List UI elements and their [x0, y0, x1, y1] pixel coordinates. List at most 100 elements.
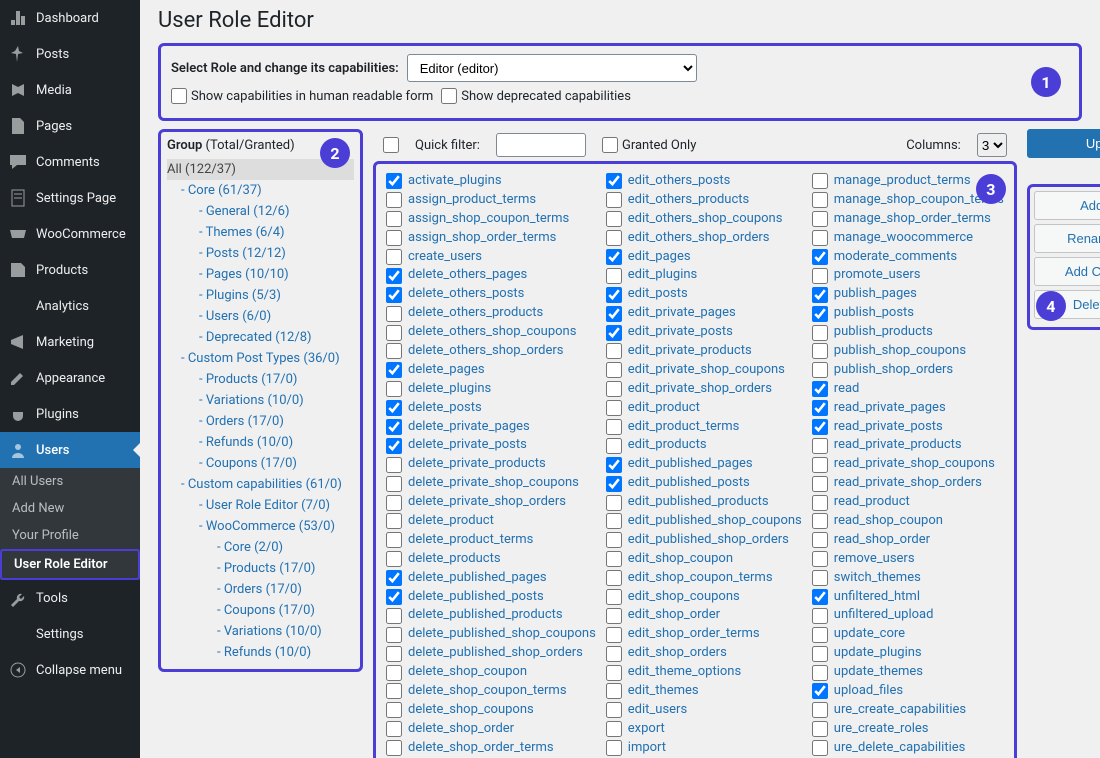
- capability-edit_private_products[interactable]: edit_private_products: [606, 342, 802, 361]
- menu-item-settings[interactable]: Settings: [0, 616, 140, 652]
- menu-item-marketing[interactable]: Marketing: [0, 324, 140, 360]
- quick-filter-input[interactable]: [496, 133, 586, 157]
- group-item[interactable]: - Themes (6/4): [167, 222, 354, 243]
- role-select[interactable]: Editor (editor): [407, 54, 697, 82]
- capability-delete_shop_order_terms[interactable]: delete_shop_order_terms: [386, 739, 596, 758]
- capability-delete_others_shop_coupons[interactable]: delete_others_shop_coupons: [386, 323, 596, 342]
- capability-edit_product[interactable]: edit_product: [606, 399, 802, 418]
- capability-edit_shop_order_terms[interactable]: edit_shop_order_terms: [606, 625, 802, 644]
- capability-remove_users[interactable]: remove_users: [812, 550, 1004, 569]
- update-button[interactable]: Update: [1027, 129, 1100, 158]
- capability-update_plugins[interactable]: update_plugins: [812, 644, 1004, 663]
- capability-delete_others_shop_orders[interactable]: delete_others_shop_orders: [386, 342, 596, 361]
- menu-item-analytics[interactable]: Analytics: [0, 288, 140, 324]
- capability-publish_shop_orders[interactable]: publish_shop_orders: [812, 361, 1004, 380]
- capability-delete_private_shop_orders[interactable]: delete_private_shop_orders: [386, 493, 596, 512]
- capability-edit_others_posts[interactable]: edit_others_posts: [606, 172, 802, 191]
- capability-edit_shop_orders[interactable]: edit_shop_orders: [606, 644, 802, 663]
- group-item[interactable]: - Core (61/37): [167, 180, 354, 201]
- capability-delete_published_shop_orders[interactable]: delete_published_shop_orders: [386, 644, 596, 663]
- menu-item-appearance[interactable]: Appearance: [0, 360, 140, 396]
- menu-item-woocommerce[interactable]: WooCommerce: [0, 216, 140, 252]
- group-item[interactable]: - Custom capabilities (61/0): [167, 474, 354, 495]
- capability-delete_shop_coupon[interactable]: delete_shop_coupon: [386, 663, 596, 682]
- capability-assign_shop_coupon_terms[interactable]: assign_shop_coupon_terms: [386, 210, 596, 229]
- capability-update_core[interactable]: update_core: [812, 625, 1004, 644]
- menu-item-users[interactable]: Users: [0, 432, 140, 468]
- select-all-checkbox[interactable]: [383, 137, 399, 153]
- capability-edit_themes[interactable]: edit_themes: [606, 682, 802, 701]
- capability-promote_users[interactable]: promote_users: [812, 266, 1004, 285]
- capability-read_private_pages[interactable]: read_private_pages: [812, 399, 1004, 418]
- capability-delete_product[interactable]: delete_product: [386, 512, 596, 531]
- group-item[interactable]: - Users (6/0): [167, 306, 354, 327]
- group-item[interactable]: - Custom Post Types (36/0): [167, 348, 354, 369]
- capability-delete_published_shop_coupons[interactable]: delete_published_shop_coupons: [386, 625, 596, 644]
- capability-edit_theme_options[interactable]: edit_theme_options: [606, 663, 802, 682]
- capability-publish_shop_coupons[interactable]: publish_shop_coupons: [812, 342, 1004, 361]
- capability-create_users[interactable]: create_users: [386, 248, 596, 267]
- capability-assign_shop_order_terms[interactable]: assign_shop_order_terms: [386, 229, 596, 248]
- group-item[interactable]: - User Role Editor (7/0): [167, 495, 354, 516]
- group-item[interactable]: - Refunds (10/0): [167, 432, 354, 453]
- capability-delete_shop_order[interactable]: delete_shop_order: [386, 720, 596, 739]
- group-item[interactable]: - Pages (10/10): [167, 264, 354, 285]
- capability-unfiltered_html[interactable]: unfiltered_html: [812, 588, 1004, 607]
- capability-delete_plugins[interactable]: delete_plugins: [386, 380, 596, 399]
- capability-manage_shop_coupon_terms[interactable]: manage_shop_coupon_terms: [812, 191, 1004, 210]
- capability-switch_themes[interactable]: switch_themes: [812, 569, 1004, 588]
- capability-delete_others_posts[interactable]: delete_others_posts: [386, 285, 596, 304]
- capability-manage_shop_order_terms[interactable]: manage_shop_order_terms: [812, 210, 1004, 229]
- capability-edit_private_shop_orders[interactable]: edit_private_shop_orders: [606, 380, 802, 399]
- capability-read_shop_order[interactable]: read_shop_order: [812, 531, 1004, 550]
- group-item[interactable]: - Coupons (17/0): [167, 600, 354, 621]
- capability-moderate_comments[interactable]: moderate_comments: [812, 248, 1004, 267]
- group-item[interactable]: - Orders (17/0): [167, 411, 354, 432]
- group-item[interactable]: - Plugins (5/3): [167, 285, 354, 306]
- capability-edit_others_products[interactable]: edit_others_products: [606, 191, 802, 210]
- menu-item-pages[interactable]: Pages: [0, 108, 140, 144]
- human-readable-checkbox[interactable]: Show capabilities in human readable form: [171, 88, 433, 104]
- capability-edit_published_products[interactable]: edit_published_products: [606, 493, 802, 512]
- capability-edit_published_pages[interactable]: edit_published_pages: [606, 455, 802, 474]
- capability-activate_plugins[interactable]: activate_plugins: [386, 172, 596, 191]
- capability-manage_woocommerce[interactable]: manage_woocommerce: [812, 229, 1004, 248]
- capability-delete_published_pages[interactable]: delete_published_pages: [386, 569, 596, 588]
- menu-item-settings-page[interactable]: Settings Page: [0, 180, 140, 216]
- capability-publish_products[interactable]: publish_products: [812, 323, 1004, 342]
- capability-edit_private_pages[interactable]: edit_private_pages: [606, 304, 802, 323]
- show-deprecated-checkbox[interactable]: Show deprecated capabilities: [441, 88, 631, 104]
- capability-delete_private_posts[interactable]: delete_private_posts: [386, 436, 596, 455]
- capability-ure_create_capabilities[interactable]: ure_create_capabilities: [812, 701, 1004, 720]
- capability-edit_shop_coupon_terms[interactable]: edit_shop_coupon_terms: [606, 569, 802, 588]
- group-item[interactable]: - General (12/6): [167, 201, 354, 222]
- capability-read_shop_coupon[interactable]: read_shop_coupon: [812, 512, 1004, 531]
- capability-publish_pages[interactable]: publish_pages: [812, 285, 1004, 304]
- capability-edit_shop_order[interactable]: edit_shop_order: [606, 606, 802, 625]
- add-capability-button[interactable]: Add Capability: [1034, 257, 1100, 286]
- group-item[interactable]: - WooCommerce (53/0): [167, 516, 354, 537]
- add-role-button[interactable]: Add Role: [1034, 191, 1100, 220]
- capability-delete_others_pages[interactable]: delete_others_pages: [386, 266, 596, 285]
- menu-item-dashboard[interactable]: Dashboard: [0, 0, 140, 36]
- capability-edit_private_posts[interactable]: edit_private_posts: [606, 323, 802, 342]
- group-item[interactable]: - Refunds (10/0): [167, 642, 354, 663]
- capability-edit_others_shop_coupons[interactable]: edit_others_shop_coupons: [606, 210, 802, 229]
- menu-item-media[interactable]: Media: [0, 72, 140, 108]
- capability-edit_product_terms[interactable]: edit_product_terms: [606, 418, 802, 437]
- columns-select[interactable]: 3: [977, 133, 1007, 157]
- capability-export[interactable]: export: [606, 720, 802, 739]
- submenu-user-role-editor[interactable]: User Role Editor: [0, 549, 140, 580]
- capability-edit_shop_coupons[interactable]: edit_shop_coupons: [606, 588, 802, 607]
- capability-publish_posts[interactable]: publish_posts: [812, 304, 1004, 323]
- group-item[interactable]: - Core (2/0): [167, 537, 354, 558]
- submenu-add-new[interactable]: Add New: [0, 495, 140, 522]
- group-item[interactable]: - Posts (12/12): [167, 243, 354, 264]
- capability-edit_products[interactable]: edit_products: [606, 436, 802, 455]
- capability-delete_private_pages[interactable]: delete_private_pages: [386, 418, 596, 437]
- capability-delete_others_products[interactable]: delete_others_products: [386, 304, 596, 323]
- menu-item-comments[interactable]: Comments: [0, 144, 140, 180]
- capability-read_private_products[interactable]: read_private_products: [812, 436, 1004, 455]
- capability-delete_shop_coupon_terms[interactable]: delete_shop_coupon_terms: [386, 682, 596, 701]
- capability-assign_product_terms[interactable]: assign_product_terms: [386, 191, 596, 210]
